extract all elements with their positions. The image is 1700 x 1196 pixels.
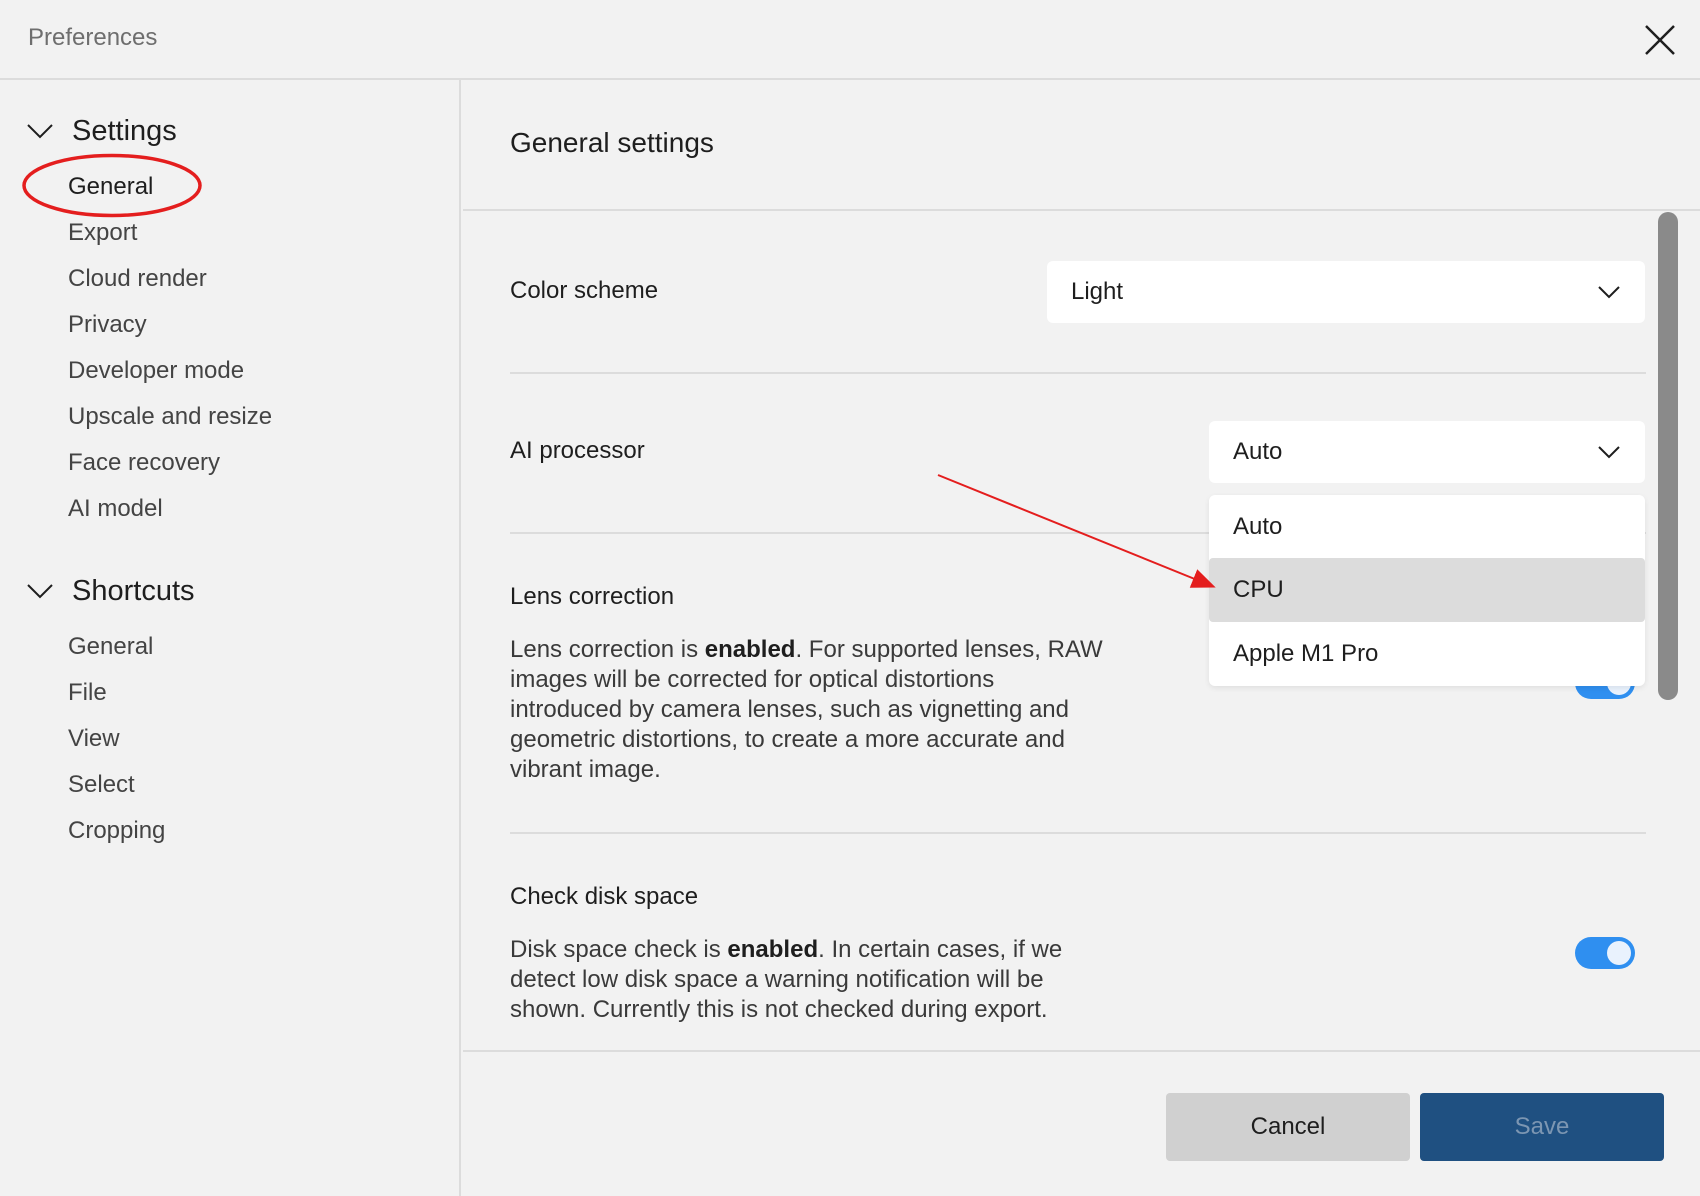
page-title: General settings (510, 127, 714, 158)
sidebar-item-developer-mode[interactable]: Developer mode (68, 356, 244, 386)
close-button[interactable] (1640, 20, 1680, 60)
check-disk-space-label: Check disk space (510, 883, 699, 910)
sidebar-item-view[interactable]: View (68, 724, 120, 754)
annotation-circle (22, 153, 202, 218)
lens-correction-label: Lens correction (510, 583, 675, 610)
lens-correction-description: Lens correction is enabled. For supporte… (510, 636, 1103, 783)
color-scheme-select[interactable]: Light (1047, 261, 1645, 323)
dropdown-option-auto[interactable]: Auto (1209, 495, 1645, 559)
sidebar-item-privacy[interactable]: Privacy (68, 310, 147, 340)
scrollbar-thumb[interactable] (1658, 212, 1678, 700)
save-button[interactable]: Save (1420, 1093, 1664, 1161)
color-scheme-value: Light (1071, 278, 1124, 305)
sidebar-group-label: Settings (72, 114, 177, 147)
footer-divider (463, 1050, 1700, 1052)
sidebar-item-shortcuts-general[interactable]: General (68, 632, 153, 662)
header-divider (463, 209, 1700, 211)
sidebar-item-ai-model[interactable]: AI model (68, 494, 163, 524)
dropdown-option-apple-m1-pro[interactable]: Apple M1 Pro (1209, 622, 1645, 686)
window-title: Preferences (28, 24, 158, 51)
sidebar-item-file[interactable]: File (68, 678, 107, 708)
row-divider (510, 832, 1646, 834)
chevron-down-icon (1598, 286, 1620, 299)
close-icon (1645, 25, 1675, 55)
title-bar (0, 0, 1700, 80)
sidebar-group-shortcuts[interactable]: Shortcuts (26, 571, 195, 611)
sidebar-item-cloud-render[interactable]: Cloud render (68, 264, 207, 294)
ai-processor-label: AI processor (510, 437, 645, 464)
chevron-down-icon (27, 584, 53, 599)
sidebar-item-export[interactable]: Export (68, 218, 137, 248)
ai-processor-value: Auto (1233, 438, 1283, 465)
sidebar-group-label: Shortcuts (72, 574, 195, 607)
toggle-knob (1607, 941, 1631, 965)
chevron-down-icon (27, 124, 53, 139)
sidebar-item-face-recovery[interactable]: Face recovery (68, 448, 220, 478)
check-disk-space-description: Disk space check is enabled. In certain … (510, 936, 1063, 1023)
sidebar-item-select[interactable]: Select (68, 770, 135, 800)
sidebar-group-settings[interactable]: Settings (26, 111, 177, 151)
color-scheme-label: Color scheme (510, 277, 659, 304)
sidebar-item-upscale-and-resize[interactable]: Upscale and resize (68, 402, 272, 432)
sidebar-item-cropping[interactable]: Cropping (68, 816, 165, 846)
ai-processor-select[interactable]: Auto (1209, 421, 1645, 483)
chevron-down-icon (1598, 446, 1620, 459)
check-disk-space-toggle[interactable] (1575, 937, 1635, 969)
cancel-button[interactable]: Cancel (1166, 1093, 1410, 1161)
row-divider (510, 372, 1646, 374)
dropdown-option-cpu[interactable]: CPU (1209, 558, 1645, 622)
ai-processor-dropdown-menu: Auto CPU Apple M1 Pro (1209, 495, 1645, 686)
